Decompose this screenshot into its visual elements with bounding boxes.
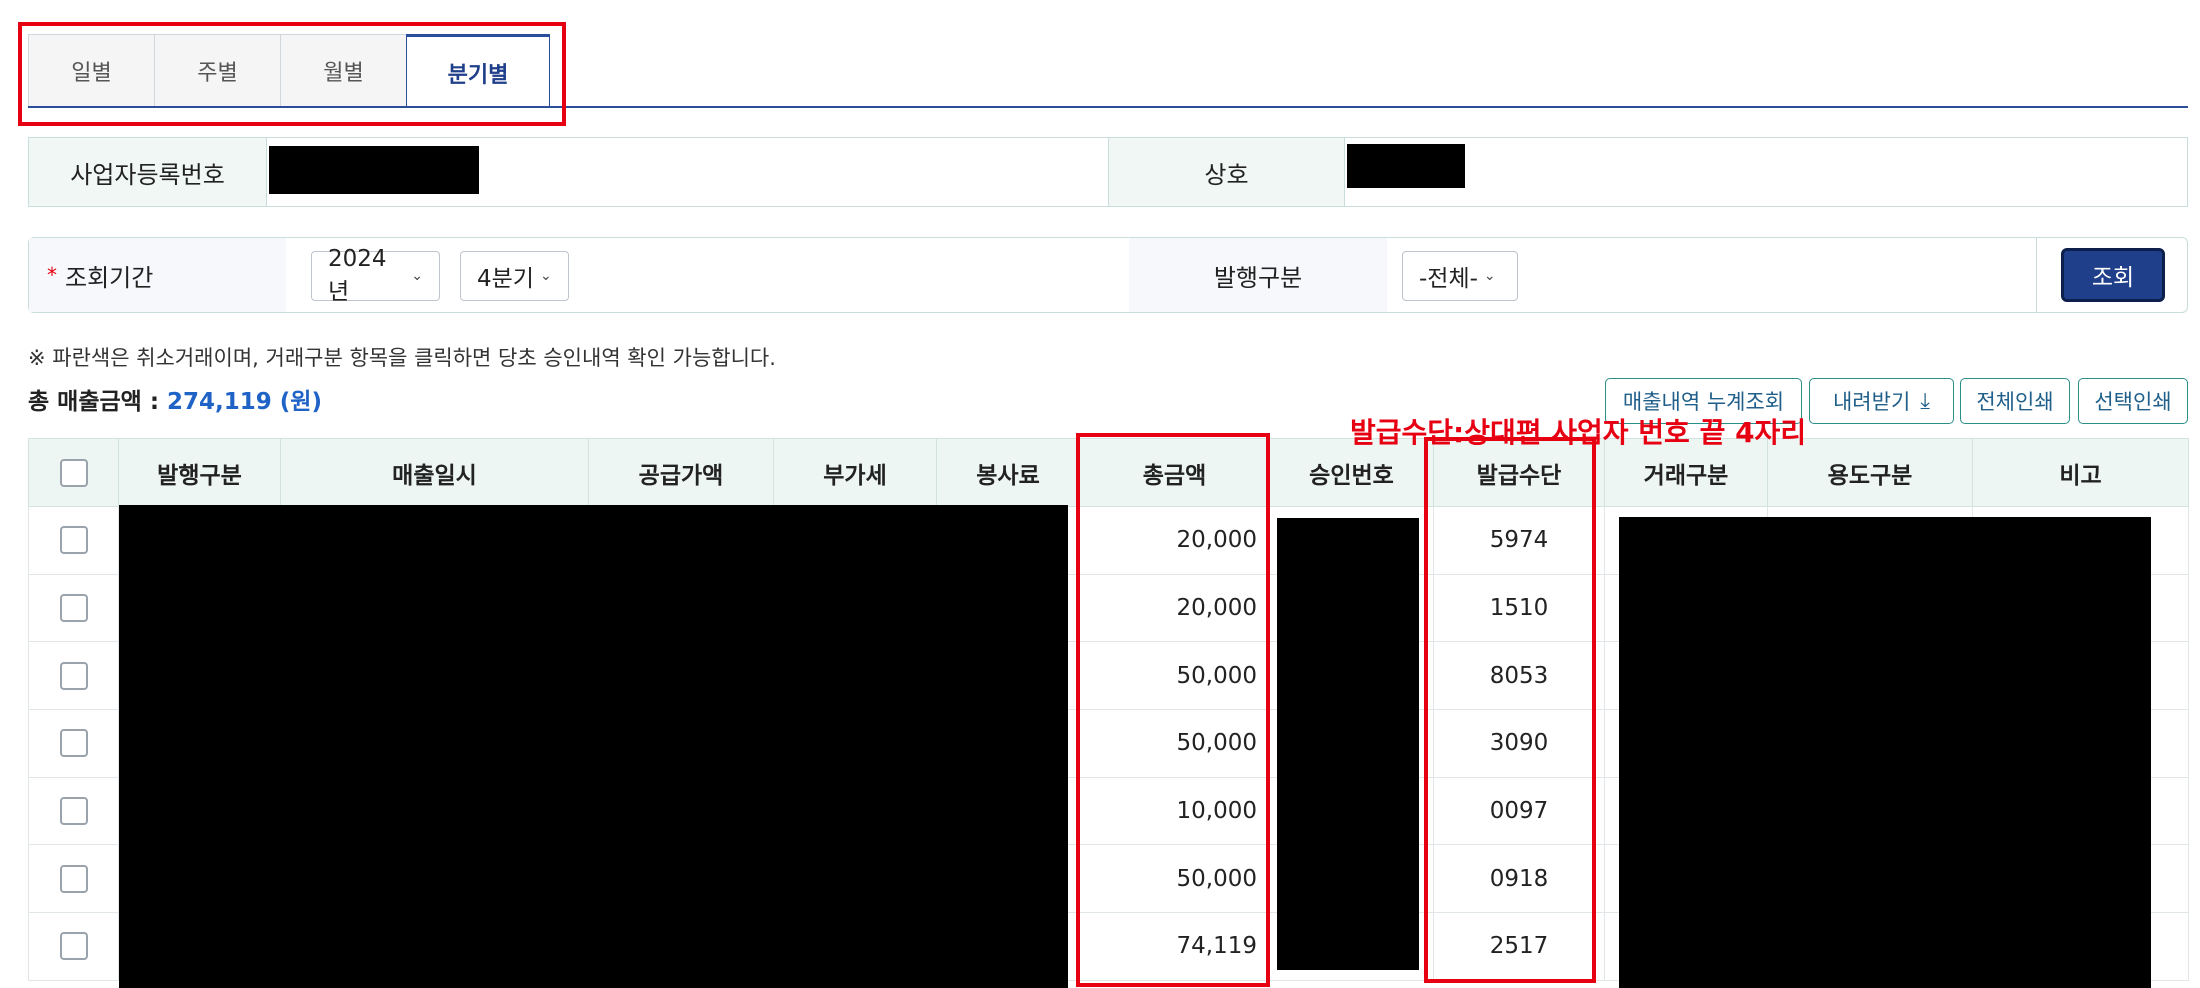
header-issue-type[interactable]: 발행구분: [118, 438, 281, 507]
header-sale-datetime[interactable]: 매출일시: [280, 438, 589, 507]
issue-type-select[interactable]: -전체- ⌄: [1402, 251, 1518, 301]
row-checkbox[interactable]: [59, 729, 88, 758]
row-checkbox[interactable]: [59, 661, 88, 690]
issue-type-select-value: -전체-: [1419, 266, 1478, 292]
redacted-company-name: [1347, 144, 1465, 188]
tabs-highlight-box: [18, 22, 566, 126]
row-checkbox-cell: [28, 506, 119, 575]
issue-means-highlight-box: [1424, 437, 1596, 983]
row-checkbox[interactable]: [59, 594, 88, 623]
download-button[interactable]: 내려받기 ⤓: [1809, 378, 1954, 424]
total-sales: 총 매출금액 : 274,119 (원): [28, 382, 322, 416]
quarter-select-value: 4분기: [477, 266, 534, 292]
chevron-down-icon: ⌄: [539, 268, 552, 284]
redacted-right-columns: [1619, 517, 2151, 988]
total-sales-label: 총 매출금액 :: [28, 389, 168, 415]
issue-type-label: 발행구분: [1129, 238, 1387, 312]
business-number-value: [267, 138, 1109, 206]
row-checkbox-cell: [28, 573, 119, 643]
period-label: * 조회기간: [29, 238, 286, 312]
download-icon: ⤓: [1920, 388, 1930, 414]
select-all-header: [28, 438, 119, 507]
row-checkbox-cell: [28, 776, 119, 846]
company-name-value: [1345, 138, 2187, 206]
redacted-approval-numbers: [1277, 518, 1419, 970]
year-select-value: 2024년: [328, 246, 387, 305]
header-supply-amount[interactable]: 공급가액: [588, 438, 774, 507]
header-vat[interactable]: 부가세: [773, 438, 937, 507]
business-info-row: 사업자등록번호 상호: [28, 137, 2188, 207]
row-checkbox-cell: [28, 844, 119, 914]
download-button-label: 내려받기: [1832, 390, 1911, 414]
header-service-fee[interactable]: 봉사료: [936, 438, 1080, 507]
print-selected-button[interactable]: 선택인쇄: [2078, 378, 2188, 424]
year-select[interactable]: 2024년 ⌄: [311, 246, 440, 305]
row-checkbox-cell: [28, 641, 119, 711]
total-amount-highlight-box: [1076, 433, 1270, 987]
print-all-button[interactable]: 전체인쇄: [1960, 378, 2070, 424]
total-sales-amount: 274,119 (원): [167, 389, 322, 415]
header-remarks[interactable]: 비고: [1972, 438, 2189, 507]
company-name-label: 상호: [1109, 138, 1345, 206]
required-mark: *: [47, 263, 57, 287]
cancel-notice: ※ 파란색은 취소거래이며, 거래구분 항목을 클릭하면 당초 승인내역 확인 …: [28, 346, 776, 370]
row-checkbox[interactable]: [59, 526, 88, 555]
period-label-text: 조회기간: [65, 263, 154, 292]
row-checkbox[interactable]: [59, 797, 88, 826]
chevron-down-icon: ⌄: [411, 268, 423, 284]
row-checkbox-cell: [28, 912, 119, 981]
business-number-label: 사업자등록번호: [29, 138, 267, 206]
redacted-left-columns: [119, 505, 1068, 988]
issue-means-annotation: 발급수단:상대편 사업자 번호 끝 4자리: [1350, 416, 1807, 449]
row-checkbox[interactable]: [59, 864, 88, 893]
row-checkbox[interactable]: [59, 932, 88, 961]
chevron-down-icon: ⌄: [1483, 268, 1496, 284]
search-button[interactable]: 조회: [2061, 248, 2165, 302]
quarter-select[interactable]: 4분기 ⌄: [460, 251, 569, 301]
redacted-business-number: [269, 146, 479, 194]
select-all-checkbox[interactable]: [59, 458, 88, 487]
row-checkbox-cell: [28, 709, 119, 778]
